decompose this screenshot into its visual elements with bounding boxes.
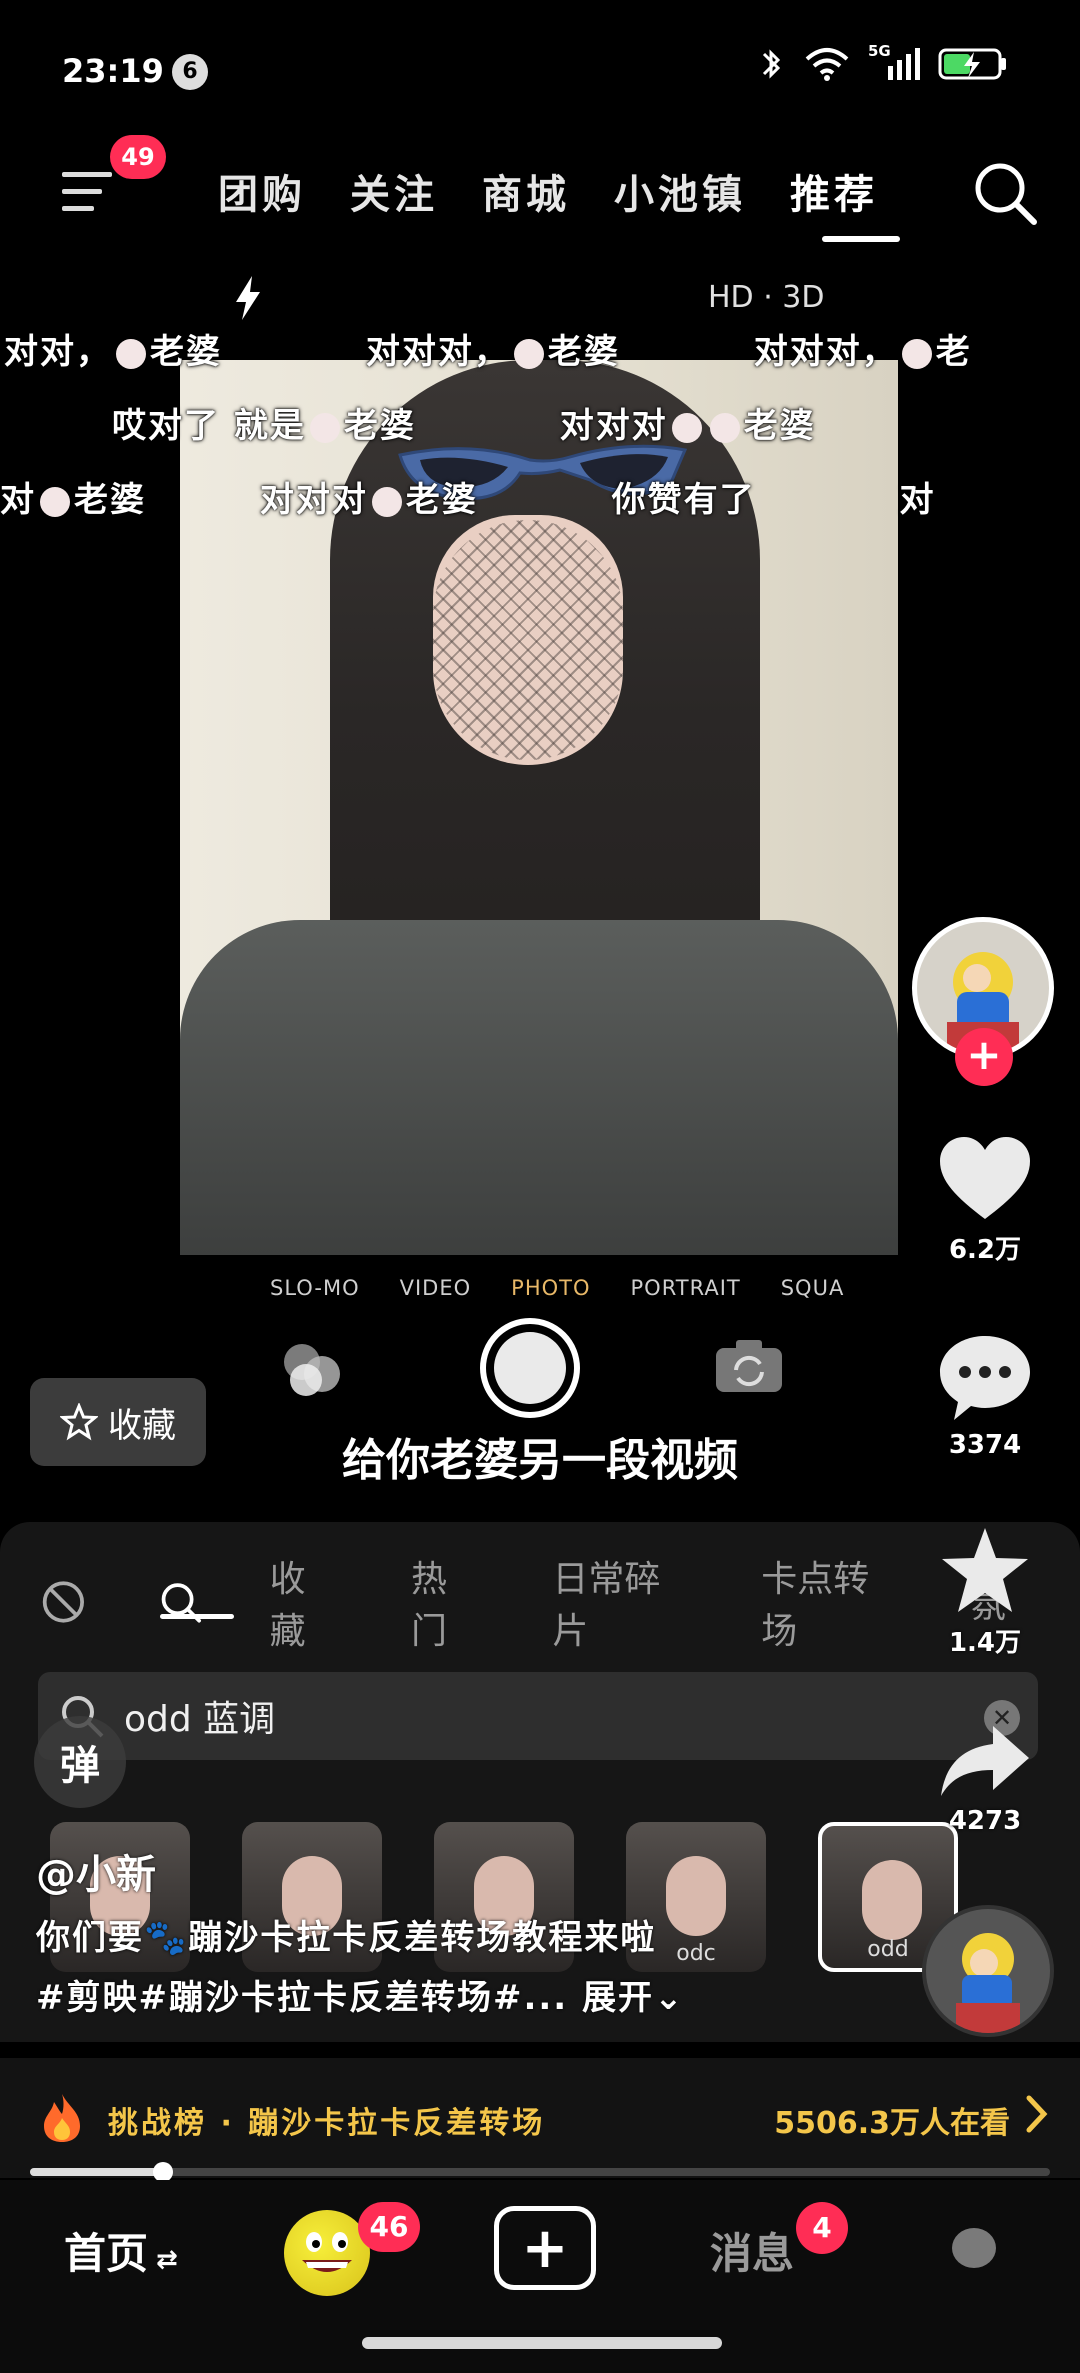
favorite-count: 1.4万 (948, 1628, 1022, 1658)
ptab-indicator (160, 1614, 234, 1619)
tab-following[interactable]: 关注 (350, 162, 438, 220)
feed-tabs: 团购 关注 商城 小池镇 推荐 (218, 162, 878, 220)
ptab-daily[interactable]: 日常碎片 (552, 1550, 687, 1654)
description-line: 你们要🐾蹦沙卡拉卡反差转场教程来啦 (36, 1918, 657, 1958)
notification-count-badge: 6 (172, 54, 208, 90)
mode-square[interactable]: SQUA (781, 1276, 845, 1300)
progress-handle[interactable] (152, 2162, 173, 2182)
friends-badge: 46 (358, 2202, 420, 2252)
tab-local[interactable]: 小池镇 (614, 162, 746, 220)
filters-icon[interactable] (276, 1340, 348, 1400)
share-arrow-icon (941, 1726, 1029, 1796)
menu-icon[interactable] (60, 162, 120, 222)
clock: 23:19 (62, 52, 164, 90)
bluetooth-icon (762, 49, 781, 79)
emoji-icon (901, 338, 932, 369)
comment-icon (940, 1336, 1030, 1420)
video-subject-jacket (180, 920, 898, 1255)
nav-messages[interactable]: 消息 (710, 2220, 794, 2281)
like-count: 6.2万 (948, 1235, 1022, 1265)
grin-face-icon (302, 2232, 352, 2272)
danmaku-row-3: 对老婆 对对对 老婆 你赞有了 对 (0, 480, 936, 520)
emoji-icon (116, 338, 146, 369)
shutter-button[interactable] (480, 1318, 580, 1418)
tab-group-buy[interactable]: 团购 (218, 162, 306, 220)
fire-icon (44, 2094, 80, 2142)
switch-arrows-icon: ⇄ (156, 2245, 178, 2275)
mode-slo-mo[interactable]: SLO-MO (270, 1276, 360, 1300)
paw-icon (709, 412, 740, 443)
effect-search-tab-icon[interactable] (157, 1577, 204, 1627)
emoji-icon (371, 486, 402, 517)
author-name[interactable]: @小新 (36, 1842, 156, 1900)
nav-friends-avatar[interactable] (284, 2210, 370, 2296)
mode-portrait[interactable]: PORTRAIT (631, 1276, 741, 1300)
emoji-icon (513, 338, 544, 369)
chevron-down-icon: ⌄ (654, 1978, 685, 2018)
nav-home[interactable]: 首页 ⇄ (64, 2220, 178, 2281)
challenge-bar[interactable]: 挑战榜 · 蹦沙卡拉卡反差转场 5506.3万人在看 (0, 2058, 1080, 2178)
active-tab-indicator (822, 236, 900, 242)
ptab-favorites[interactable]: 收藏 (270, 1550, 337, 1654)
description-tags: #剪映#蹦沙卡拉卡反差转场#... 展开⌄ (36, 1970, 685, 2019)
danmaku-toggle-button[interactable]: 弹 (34, 1716, 126, 1808)
challenge-title: 挑战榜 · 蹦沙卡拉卡反差转场 (108, 2106, 546, 2141)
video-caption: 给你老婆另一段视频 (342, 1435, 738, 1486)
music-disc[interactable] (922, 1905, 1054, 2037)
viewer-count: 5506.3万人在看 (774, 2106, 1010, 2141)
quality-label[interactable]: HD · 3D (708, 280, 824, 315)
expand-button[interactable]: 展开⌄ (582, 1978, 685, 2018)
face-net-veil (433, 520, 623, 760)
tab-mall[interactable]: 商城 (482, 162, 570, 220)
effect-search-input[interactable]: odd 蓝调 (124, 1690, 275, 1742)
effect-panel: 收藏 热门 日常碎片 卡点转场 氛 odd 蓝调 ✕ odc odd (0, 1522, 1080, 2042)
search-icon[interactable] (970, 158, 1040, 228)
status-bar: 23:19 6 5G (0, 0, 1080, 120)
comment-button[interactable]: 3374 (920, 1332, 1050, 1460)
battery-charging-icon (938, 48, 1006, 80)
heart-icon (940, 1137, 1030, 1219)
chevron-right-icon (1026, 2095, 1048, 2133)
nav-me-icon[interactable] (952, 2228, 996, 2268)
switch-camera-icon[interactable] (712, 1336, 786, 1396)
video-progress-bar[interactable] (30, 2162, 1050, 2182)
follow-button[interactable]: + (955, 1028, 1013, 1086)
no-effect-icon[interactable] (40, 1577, 87, 1627)
messages-badge: 4 (796, 2202, 848, 2254)
home-indicator (362, 2337, 722, 2349)
danmaku-row-1: 对对， 老婆 对对对， 老婆 对对对，老 (4, 332, 972, 372)
tab-recommend[interactable]: 推荐 (790, 162, 878, 220)
menu-badge: 49 (110, 135, 166, 179)
create-post-button[interactable]: + (494, 2206, 596, 2290)
comment-count: 3374 (948, 1430, 1022, 1460)
share-button[interactable]: 4273 (920, 1720, 1050, 1836)
emoji-icon (309, 412, 340, 443)
emoji-icon (671, 412, 702, 443)
progress-fill (30, 2168, 163, 2176)
ptab-hot[interactable]: 热门 (411, 1550, 478, 1654)
hashtags[interactable]: #剪映#蹦沙卡拉卡反差转场#... (36, 1978, 568, 2018)
system-icons: 5G (756, 42, 1008, 82)
star-icon (942, 1528, 1028, 1612)
cartoon-avatar-icon (956, 1933, 1020, 2033)
mode-video[interactable]: VIDEO (400, 1276, 472, 1300)
like-button[interactable]: 6.2万 (920, 1135, 1050, 1266)
danmaku-row-2: 哎对了 就是 老婆 对对对 老婆 (112, 406, 816, 446)
flash-icon[interactable] (230, 274, 266, 322)
wifi-icon (805, 48, 849, 81)
camera-modes: SLO-MO VIDEO PHOTO PORTRAIT SQUA (270, 1276, 844, 1300)
ptab-transition[interactable]: 卡点转场 (761, 1550, 896, 1654)
effect-search-bar[interactable]: odd 蓝调 ✕ (38, 1672, 1038, 1760)
share-count: 4273 (948, 1806, 1022, 1836)
emoji-icon (40, 486, 70, 517)
mode-photo[interactable]: PHOTO (511, 1276, 590, 1300)
favorite-button[interactable]: 1.4万 (920, 1524, 1050, 1659)
5g-signal-icon: 5G (868, 42, 920, 82)
